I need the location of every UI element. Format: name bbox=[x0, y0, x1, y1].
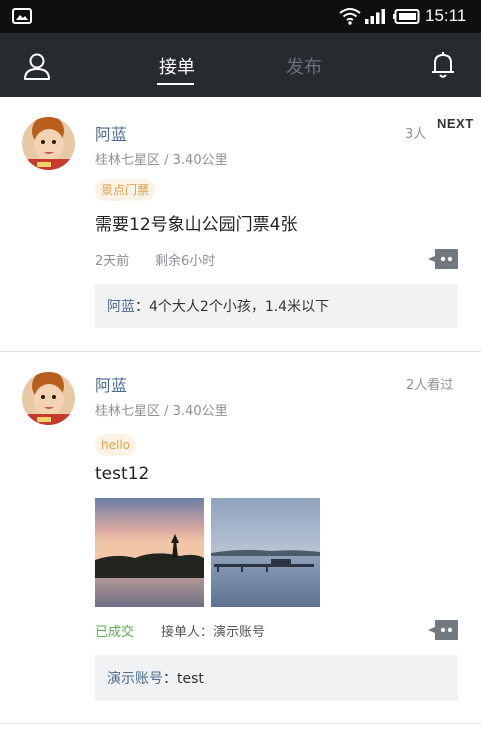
category-tag: hello bbox=[95, 434, 136, 456]
tab-publish[interactable]: 发布 bbox=[286, 53, 322, 79]
order-card[interactable]: 阿蓝 桂林七星区 / 3.40公里 3人 NEXT 景点门票 需要12号象山公园… bbox=[0, 97, 481, 352]
top-nav: 接单 发布 bbox=[0, 33, 481, 97]
user-name[interactable]: 阿蓝 bbox=[95, 372, 127, 396]
order-content: 需要12号象山公园门票4张 bbox=[95, 215, 298, 235]
posted-time: 2天前 bbox=[95, 254, 130, 269]
avatar[interactable] bbox=[22, 117, 75, 170]
user-icon[interactable] bbox=[23, 52, 51, 80]
reply-text: ：4个大人2个小孩，1.4米以下 bbox=[135, 299, 330, 315]
order-taker: 接单人：演示账号 bbox=[161, 625, 266, 640]
wifi-icon bbox=[339, 8, 361, 25]
tab-receive[interactable]: 接单 bbox=[159, 53, 195, 79]
signal-icon bbox=[365, 9, 385, 24]
order-feed: 阿蓝 桂林七星区 / 3.40公里 3人 NEXT 景点门票 需要12号象山公园… bbox=[0, 97, 481, 743]
reply-author[interactable]: 阿蓝 bbox=[107, 299, 135, 315]
comment-icon[interactable] bbox=[427, 247, 459, 271]
remaining-time: 剩余6小时 bbox=[155, 254, 216, 269]
active-tab-indicator bbox=[157, 83, 194, 85]
order-content: test12 bbox=[95, 464, 150, 484]
viewer-count: 2人看过 bbox=[406, 378, 454, 393]
status-bar: 15:11 bbox=[0, 0, 481, 33]
reply-box: 演示账号：test bbox=[95, 655, 458, 701]
comment-icon[interactable] bbox=[427, 618, 459, 642]
avatar[interactable] bbox=[22, 372, 75, 425]
order-photo[interactable] bbox=[95, 498, 204, 607]
next-button[interactable]: NEXT bbox=[437, 116, 474, 131]
gallery-icon bbox=[12, 8, 32, 24]
status-time: 15:11 bbox=[425, 6, 467, 25]
user-name[interactable]: 阿蓝 bbox=[95, 121, 127, 145]
viewer-count: 3人 bbox=[405, 127, 427, 142]
bell-icon[interactable] bbox=[430, 51, 456, 79]
reply-text: ：test bbox=[163, 671, 204, 687]
order-photo[interactable] bbox=[211, 498, 320, 607]
order-card[interactable]: 阿蓝 桂林七星区 / 3.40公里 2人看过 hello test12 已成交 … bbox=[0, 352, 481, 724]
deal-status: 已成交 bbox=[95, 625, 135, 640]
reply-box: 阿蓝：4个大人2个小孩，1.4米以下 bbox=[95, 284, 458, 328]
category-tag: 景点门票 bbox=[95, 179, 156, 201]
battery-icon bbox=[393, 9, 420, 24]
location-distance: 桂林七星区 / 3.40公里 bbox=[95, 153, 228, 168]
reply-author[interactable]: 演示账号 bbox=[107, 671, 163, 687]
location-distance: 桂林七星区 / 3.40公里 bbox=[95, 404, 228, 419]
